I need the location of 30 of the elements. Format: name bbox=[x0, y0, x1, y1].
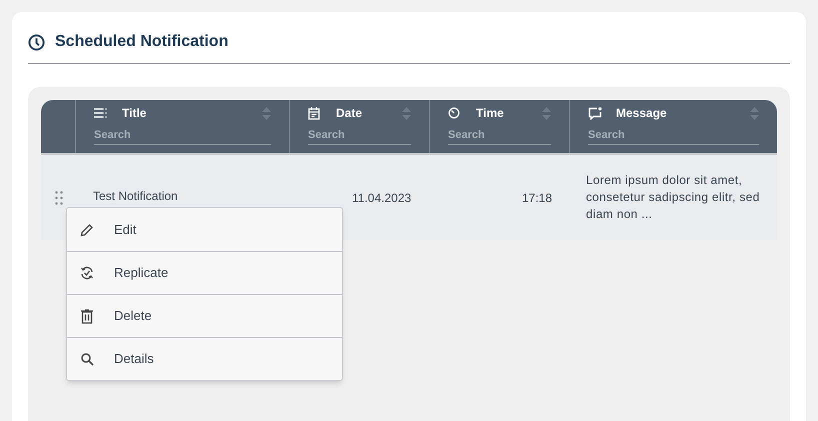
list-icon bbox=[94, 108, 108, 118]
clock-icon bbox=[28, 34, 45, 50]
table-cell-text: Test Notification bbox=[93, 188, 178, 205]
search-icon bbox=[80, 352, 94, 366]
menu-item[interactable]: Delete bbox=[67, 294, 342, 337]
table-cell-text: Lorem ipsum dolor sit amet, consetetur sadipscing elitr, sed diam non ... bbox=[586, 172, 761, 223]
column-header[interactable]: Time bbox=[476, 104, 504, 122]
search-field[interactable]: Search bbox=[588, 126, 759, 145]
column-header[interactable]: Date bbox=[336, 104, 362, 122]
column-header[interactable]: Message bbox=[616, 104, 667, 122]
sort-icon[interactable] bbox=[542, 106, 551, 120]
column-header[interactable]: Title bbox=[122, 104, 146, 122]
pencil-icon bbox=[80, 222, 94, 236]
search-field[interactable]: Search bbox=[448, 126, 551, 145]
message-icon bbox=[588, 106, 602, 120]
drag-handle-icon[interactable] bbox=[54, 190, 62, 204]
sort-icon[interactable] bbox=[262, 106, 271, 120]
menu-item[interactable]: Details bbox=[67, 337, 342, 380]
sort-icon[interactable] bbox=[402, 106, 411, 120]
search-field[interactable]: Search bbox=[94, 126, 271, 145]
table-cell-text: 17:18 bbox=[522, 190, 552, 206]
search-field[interactable]: Search bbox=[308, 126, 411, 145]
sort-icon[interactable] bbox=[750, 106, 759, 120]
cycle-icon bbox=[80, 266, 94, 280]
timer-icon bbox=[448, 107, 460, 119]
trash-icon bbox=[81, 308, 93, 324]
menu-item[interactable]: Replicate bbox=[67, 251, 342, 294]
table-cell-text: 11.04.2023 bbox=[352, 190, 412, 206]
calendar-icon bbox=[308, 106, 320, 120]
page-title: Scheduled Notification bbox=[55, 32, 228, 52]
